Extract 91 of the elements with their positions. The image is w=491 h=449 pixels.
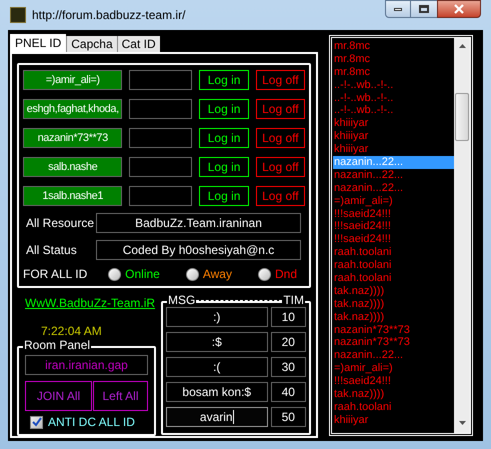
message-field[interactable]: :) (166, 307, 268, 327)
join-button[interactable]: JOIN All (25, 381, 92, 411)
leave-button[interactable]: Left All (93, 381, 148, 411)
user-item[interactable]: raah.toolani (333, 259, 454, 272)
message-field[interactable]: avarin (166, 407, 268, 427)
time-field[interactable]: 50 (270, 407, 306, 427)
scroll-down-icon (458, 421, 466, 425)
clock-time: 7:22:04 AM (41, 324, 103, 338)
login-button[interactable]: Log in (199, 186, 249, 206)
user-item[interactable]: raah.toolani (333, 246, 454, 260)
text-field[interactable]: BadbuZz.Team.iraninan (96, 213, 301, 233)
password-field[interactable] (129, 157, 192, 177)
user-item[interactable]: =)amir_ali=) (333, 362, 454, 376)
user-item[interactable]: !!!saeid24!!! (333, 375, 454, 388)
text-field[interactable]: Coded By h0oshesiyah@n.c (96, 240, 301, 260)
user-item[interactable]: nazanin...22... (333, 182, 454, 195)
status-radio[interactable]: Online (108, 265, 160, 283)
time-field[interactable]: 30 (270, 357, 306, 377)
anti-dc-checkbox[interactable] (30, 416, 43, 428)
message-field[interactable]: :$ (166, 332, 268, 352)
user-item[interactable]: khiiiyar (333, 130, 454, 144)
anti-dc-label: ANTI DC ALL ID (48, 414, 135, 431)
minimize-button[interactable] (385, 0, 411, 18)
status-radio[interactable]: Away (186, 265, 232, 283)
user-item[interactable]: raah.toolani (333, 272, 454, 285)
logoff-button[interactable]: Log off (256, 128, 305, 148)
id-field[interactable]: =)amir_ali=) (23, 70, 122, 90)
message-field[interactable]: :( (166, 357, 268, 377)
scrollbar-thumb[interactable] (455, 93, 469, 141)
window-title: http://forum.badbuzz-team.ir/ (32, 7, 186, 24)
user-item[interactable]: tak.naz)))) (333, 388, 454, 401)
status-radio[interactable]: Dnd (258, 265, 297, 283)
password-field[interactable] (129, 186, 192, 206)
password-field[interactable] (129, 99, 192, 119)
user-item[interactable]: ..-!-..wb..-!-.. (333, 78, 454, 92)
close-button[interactable] (437, 0, 481, 18)
scrollbar[interactable] (454, 38, 470, 433)
tab[interactable]: Capcha (66, 36, 117, 52)
user-item[interactable]: khiiiyar (333, 143, 454, 156)
user-item[interactable]: mr.8mc (333, 52, 454, 66)
logoff-button[interactable]: Log off (256, 99, 305, 119)
tab[interactable]: Cat ID (116, 36, 160, 52)
user-item[interactable]: khiiiyar (333, 414, 454, 427)
user-item[interactable]: tak.naz)))) (333, 298, 454, 311)
user-item[interactable]: nazanin*73**73 (333, 336, 454, 350)
msg-title: MSG (167, 293, 196, 307)
message-field[interactable]: bosam kon:$ (166, 382, 268, 402)
user-item[interactable]: tak.naz)))) (333, 284, 454, 298)
maximize-button[interactable] (411, 0, 437, 18)
logoff-button[interactable]: Log off (256, 70, 305, 90)
id-field[interactable]: 1salb.nashe1 (23, 186, 122, 206)
user-item[interactable]: nazanin...22... (333, 349, 454, 362)
for-all-label: FOR ALL ID (23, 266, 88, 283)
app-icon (10, 7, 26, 23)
room-panel-title: Room Panel (23, 338, 92, 352)
user-item[interactable]: nazanin*73**73 (333, 324, 454, 336)
user-item[interactable]: nazanin...22... (333, 168, 454, 182)
user-item[interactable]: nazanin...22... (333, 156, 454, 169)
tim-title: TIM (282, 293, 305, 307)
user-item[interactable]: ..-!-..wb..-!-.. (333, 92, 454, 104)
room-field[interactable]: iran.iranian.gap (25, 355, 148, 375)
user-item[interactable]: ..-!-..wb..-!-.. (333, 104, 454, 118)
time-field[interactable]: 20 (270, 332, 306, 352)
time-field[interactable]: 10 (270, 307, 306, 327)
id-field[interactable]: eshgh,faghat,khoda, (23, 99, 122, 119)
logoff-button[interactable]: Log off (256, 157, 305, 177)
id-field[interactable]: salb.nashe (23, 157, 122, 177)
login-button[interactable]: Log in (199, 99, 249, 119)
user-item[interactable]: !!!saeid24!!! (333, 233, 454, 246)
close-icon (454, 4, 464, 14)
login-button[interactable]: Log in (199, 157, 249, 177)
tab[interactable]: PNEL ID (10, 34, 66, 52)
user-item[interactable]: mr.8mc (333, 66, 454, 79)
user-item[interactable]: !!!saeid24!!! (333, 220, 454, 234)
field-label: All Resource (25, 215, 96, 232)
time-field[interactable]: 40 (270, 382, 306, 402)
id-field[interactable]: nazanin*73**73 (23, 128, 122, 148)
user-item[interactable]: mr.8mc (333, 40, 454, 53)
login-button[interactable]: Log in (199, 70, 249, 90)
login-button[interactable]: Log in (199, 128, 249, 148)
password-field[interactable] (129, 128, 192, 148)
user-item[interactable]: raah.toolani (333, 400, 454, 414)
user-item[interactable]: !!!saeid24!!! (333, 208, 454, 220)
website-link[interactable]: WwW.BadbuZz-Team.iR (25, 296, 156, 310)
user-item[interactable]: =)amir_ali=) (333, 194, 454, 208)
field-label: All Status (25, 242, 78, 259)
logoff-button[interactable]: Log off (256, 186, 305, 206)
password-field[interactable] (129, 70, 192, 90)
scroll-up-icon (458, 44, 466, 48)
user-item[interactable]: tak.naz)))) (333, 310, 454, 324)
user-item[interactable]: khiiiyar (333, 117, 454, 130)
